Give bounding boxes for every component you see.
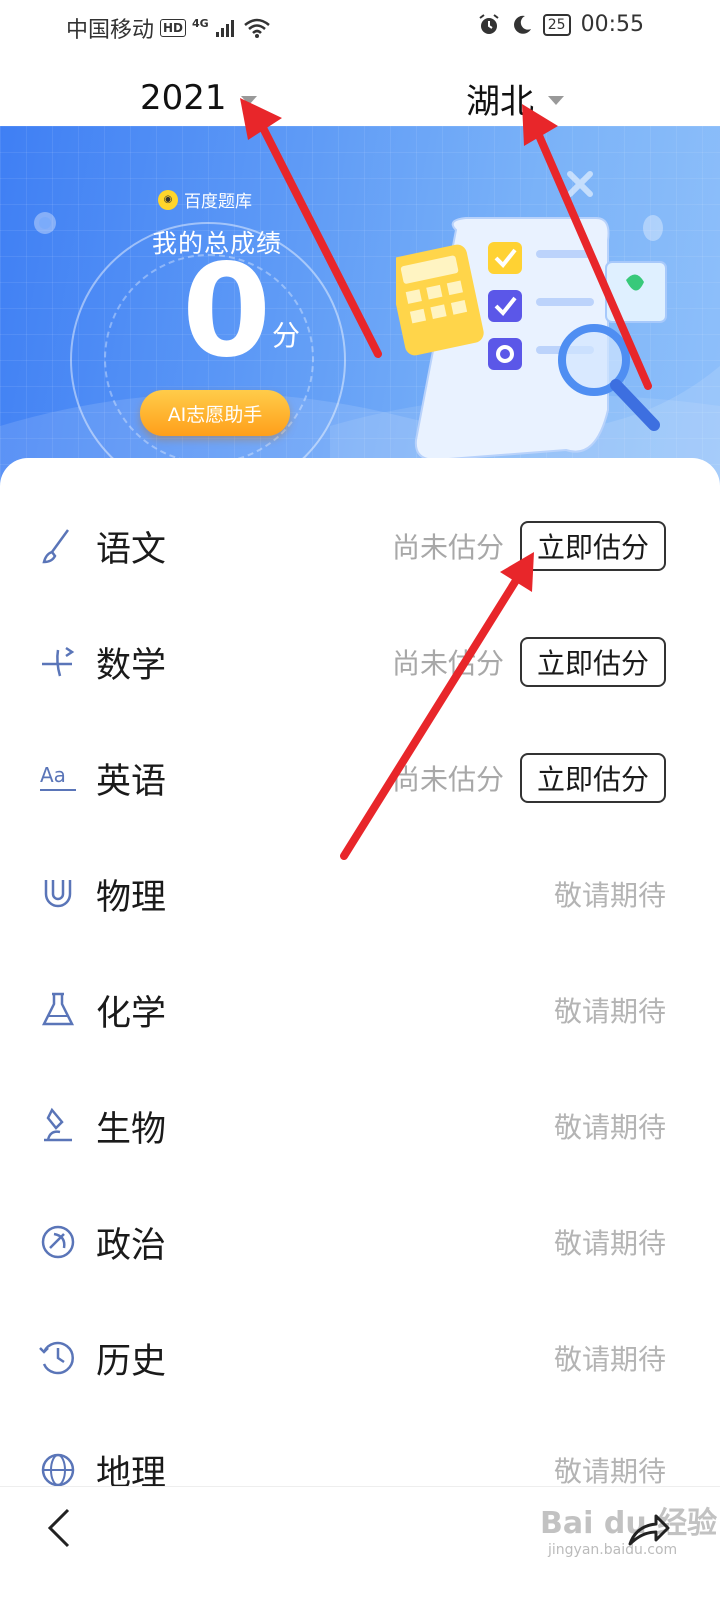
subject-status: 敬请期待 — [553, 879, 666, 912]
subject-status: 敬请期待 — [553, 1455, 666, 1488]
subject-row-chinese: 语文 尚未估分 立即估分 — [0, 516, 720, 576]
subject-name: 化学 — [96, 993, 167, 1034]
subject-status: 尚未估分 — [391, 531, 504, 564]
microscope-icon — [44, 1107, 72, 1142]
flask-icon — [41, 992, 75, 1026]
math-icon — [42, 646, 75, 677]
signal-icon — [215, 20, 234, 37]
checklist-illustration — [396, 217, 667, 462]
year-selector[interactable]: 2021 — [140, 70, 257, 126]
globe-icon — [41, 1453, 75, 1487]
subject-name: 政治 — [96, 1225, 167, 1266]
status-bar: 中国移动 HD 4G 25 00:55 — [0, 0, 720, 56]
estimate-score-button-english[interactable]: 立即估分 — [520, 753, 666, 803]
clock: 00:55 — [580, 12, 644, 37]
subject-row-politics: 政治 敬请期待 — [0, 1212, 720, 1272]
status-left: 中国移动 HD 4G — [66, 12, 271, 44]
province-caret-down-icon — [548, 95, 564, 105]
province-value: 湖北 — [466, 81, 534, 122]
svg-text:Aa: Aa — [40, 763, 66, 787]
cross-decoration-icon — [567, 171, 593, 197]
province-selector[interactable]: 湖北 — [466, 70, 564, 126]
subject-status: 尚未估分 — [391, 647, 504, 680]
subject-status: 敬请期待 — [553, 995, 666, 1028]
subject-row-english: Aa 英语 尚未估分 立即估分 — [0, 748, 720, 808]
year-value: 2021 — [140, 78, 227, 118]
brand-logo: ◉ 百度题库 — [158, 187, 252, 212]
total-score-value: 0 — [182, 237, 272, 386]
emblem-icon — [41, 1225, 75, 1259]
subject-status: 敬请期待 — [553, 1343, 666, 1376]
history-clock-icon — [39, 1341, 74, 1375]
subject-row-math: 数学 尚未估分 立即估分 — [0, 632, 720, 692]
subject-row-chemistry: 化学 敬请期待 — [0, 980, 720, 1040]
subject-row-history: 历史 敬请期待 — [0, 1328, 720, 1388]
moon-icon — [513, 15, 531, 34]
score-unit: 分 — [272, 319, 301, 352]
subject-name: 历史 — [96, 1341, 167, 1382]
ai-assistant-button[interactable]: AI志愿助手 — [140, 390, 290, 436]
carrier-label: 中国移动 — [66, 18, 155, 43]
subject-name: 生物 — [96, 1109, 167, 1150]
subject-name: 英语 — [96, 761, 167, 802]
subject-status: 敬请期待 — [553, 1111, 666, 1144]
subject-status: 敬请期待 — [553, 1227, 666, 1260]
subject-row-physics: 物理 敬请期待 — [0, 864, 720, 924]
estimate-score-button-chinese[interactable]: 立即估分 — [520, 521, 666, 571]
share-icon[interactable] — [626, 1510, 670, 1550]
estimate-score-button-math[interactable]: 立即估分 — [520, 637, 666, 687]
coin-decoration-icon — [34, 212, 56, 234]
magnet-icon — [44, 880, 72, 908]
subject-list-card: 语文 尚未估分 立即估分 数学 尚未估分 立即估分 Aa 英语 尚未估分 立即估… — [0, 458, 720, 1600]
score-banner — [0, 126, 720, 486]
subject-row-biology: 生物 敬请期待 — [0, 1096, 720, 1156]
battery-indicator: 25 — [542, 13, 571, 36]
back-arrow-icon[interactable] — [40, 1504, 80, 1552]
subject-name: 物理 — [96, 877, 167, 918]
network-label: 4G — [192, 16, 209, 30]
brand-name: 百度题库 — [184, 192, 252, 212]
subject-name: 语文 — [96, 529, 167, 570]
hd-badge: HD — [160, 19, 187, 37]
subject-name: 数学 — [96, 645, 167, 686]
year-caret-down-icon — [240, 95, 257, 105]
wifi-icon — [243, 18, 270, 38]
alarm-icon — [479, 13, 499, 34]
status-right: 25 00:55 — [477, 12, 644, 37]
subject-status: 尚未估分 — [391, 763, 504, 796]
brush-icon — [42, 529, 70, 564]
aa-letters-icon: Aa — [40, 763, 76, 791]
baidu-tiku-logo-icon: ◉ — [158, 189, 178, 210]
